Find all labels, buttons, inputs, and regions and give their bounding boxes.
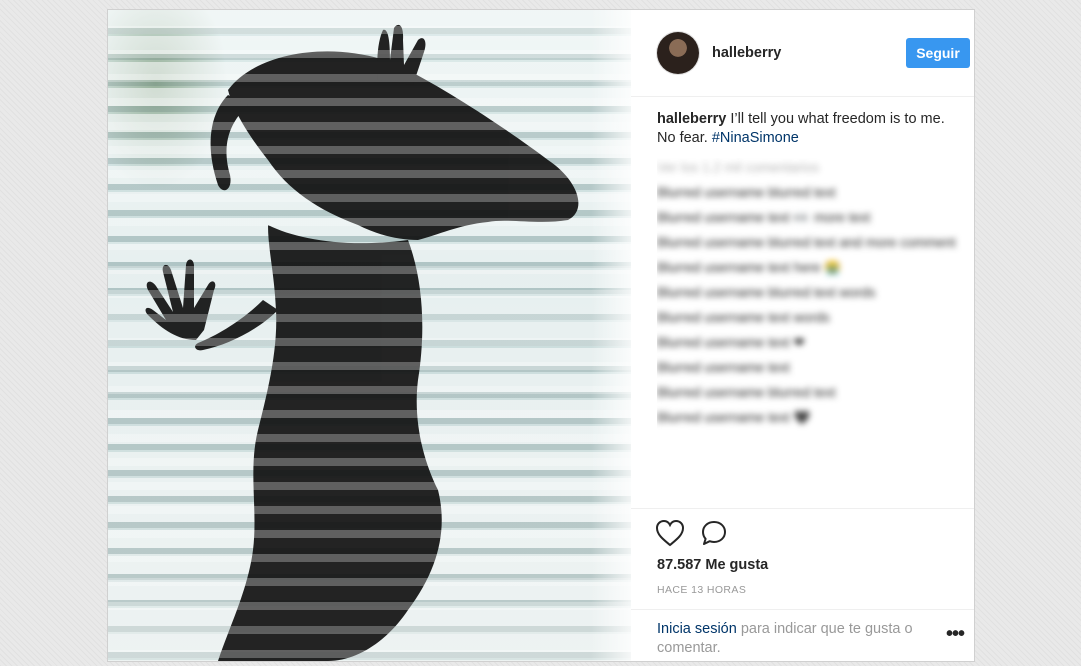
post-caption: halleberry I’ll tell you what freedom is… [657, 110, 957, 148]
login-prompt-text: Inicia sesión para indicar que te gusta … [657, 620, 937, 658]
comment-item: Blurred username blurred text [657, 385, 836, 400]
avatar[interactable] [657, 32, 699, 74]
comment-item: Blurred username text words [657, 310, 830, 325]
more-options-icon[interactable]: ••• [946, 624, 965, 644]
header-username[interactable]: halleberry [712, 45, 781, 61]
comment-icon[interactable] [700, 519, 728, 547]
caption-username[interactable]: halleberry [657, 111, 726, 127]
comment-item: Blurred username text [657, 360, 790, 375]
comment-item: Blurred username text ❤ [657, 335, 805, 350]
comment-item: Blurred username text 👀 more text [657, 210, 871, 225]
instagram-post: halleberry Seguir halleberry I’ll tell y… [108, 10, 974, 661]
heart-icon[interactable] [655, 519, 685, 547]
view-all-comments-link[interactable]: Ver los 1.2 mil comentarios [657, 158, 967, 178]
comment-item: Blurred username blurred text [657, 185, 836, 200]
comment-item: Blurred username text 🖤 [657, 410, 811, 425]
comment-item: Blurred username blurred text and more c… [657, 235, 956, 250]
likes-count[interactable]: 87.587 Me gusta [657, 557, 768, 573]
comments-list: Ver los 1.2 mil comentarios Blurred user… [657, 158, 967, 508]
post-photo[interactable] [108, 10, 631, 661]
post-side-panel: halleberry Seguir halleberry I’ll tell y… [631, 10, 974, 661]
photo-silhouette [145, 24, 579, 661]
login-prompt: Inicia sesión para indicar que te gusta … [631, 609, 974, 663]
post-actions: 87.587 Me gusta HACE 13 HORAS Inicia ses… [631, 508, 974, 662]
follow-button[interactable]: Seguir [906, 38, 970, 68]
caption-hashtag[interactable]: #NinaSimone [712, 130, 799, 146]
post-timestamp: HACE 13 HORAS [657, 584, 747, 596]
post-header: halleberry Seguir [631, 10, 974, 97]
comment-item: Blurred username text here 😭 [657, 260, 842, 275]
login-link[interactable]: Inicia sesión [657, 621, 737, 637]
comment-item: Blurred username blurred text words [657, 285, 876, 300]
